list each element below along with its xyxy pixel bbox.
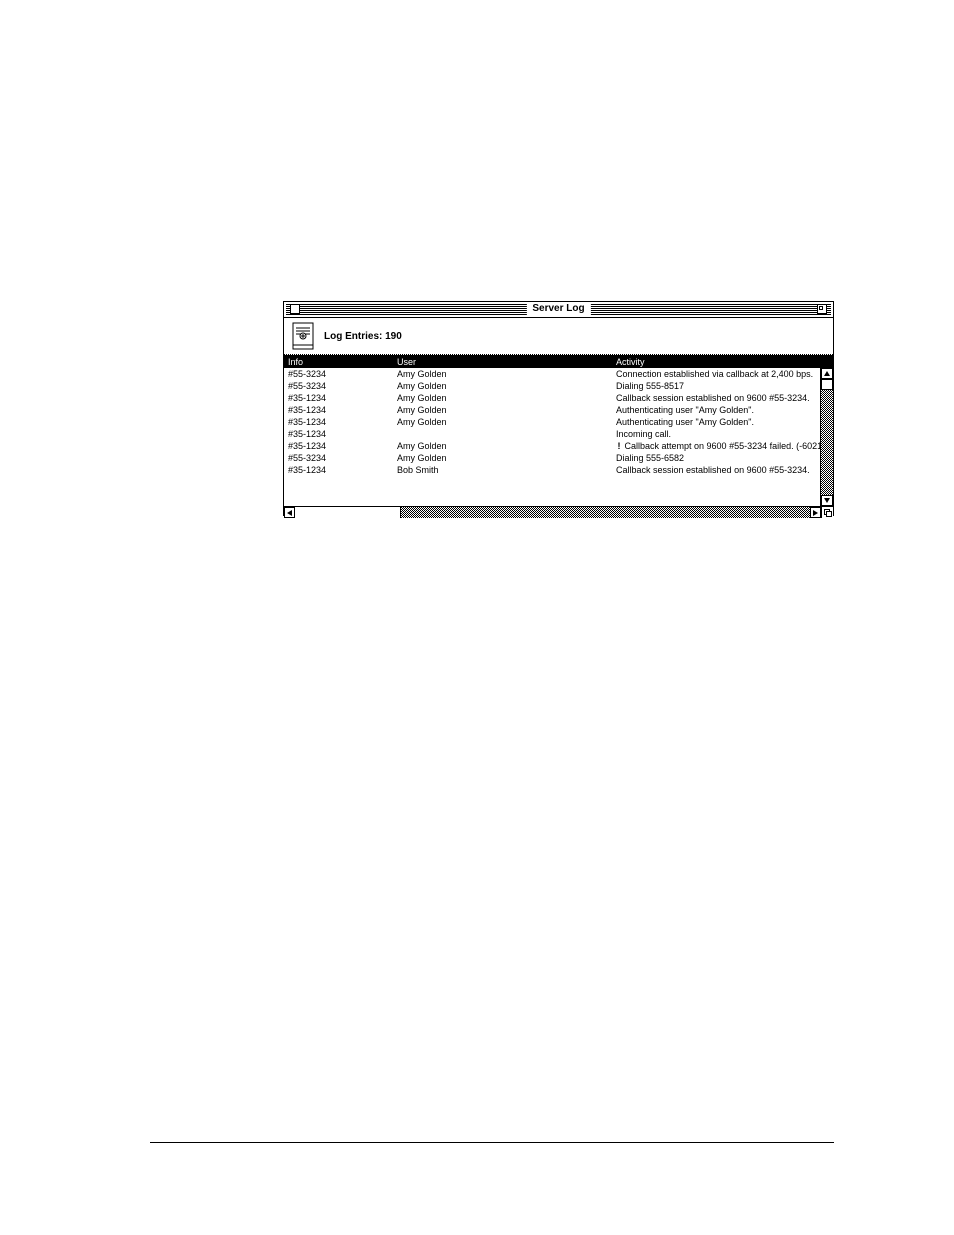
window-title: Server Log (526, 303, 590, 315)
table-row[interactable]: #35-1234 Incoming call. (284, 428, 820, 440)
cell-activity: Dialing 555-8517 (612, 381, 820, 391)
cell-user: Amy Golden (393, 405, 612, 415)
close-box-icon[interactable] (290, 304, 300, 314)
column-header-info[interactable]: Info (284, 357, 393, 367)
log-entries-count: Log Entries: 190 (324, 331, 402, 342)
table-row[interactable]: #35-1234Amy Golden! Callback attempt on … (284, 440, 820, 452)
cell-user: Amy Golden (393, 381, 612, 391)
scroll-left-icon[interactable] (284, 507, 295, 518)
cell-user: Amy Golden (393, 441, 612, 451)
cell-user: Amy Golden (393, 369, 612, 379)
column-header-row: Info User Activity (284, 355, 833, 368)
horizontal-scrollbar[interactable] (284, 507, 821, 518)
page-footer-rule (150, 1142, 834, 1143)
cell-activity: Connection established via callback at 2… (612, 369, 820, 379)
cell-info: #35-1234 (284, 393, 393, 403)
table-body: #55-3234Amy Golden Connection establishe… (284, 368, 833, 506)
cell-activity: Callback session established on 9600 #55… (612, 393, 820, 403)
hscroll-track[interactable] (401, 507, 810, 518)
cell-activity-text: Connection established via callback at 2… (616, 369, 813, 379)
cell-activity: Authenticating user "Amy Golden". (612, 417, 820, 427)
vertical-scrollbar[interactable] (820, 368, 833, 506)
grow-box-icon[interactable] (821, 507, 833, 518)
scroll-thumb[interactable] (821, 379, 833, 390)
log-document-icon (292, 322, 314, 350)
table-row[interactable]: #55-3234Amy Golden Connection establishe… (284, 368, 820, 380)
hscroll-left-pane (295, 507, 401, 518)
table-row[interactable]: #55-3234Amy Golden Dialing 555-6582 (284, 452, 820, 464)
table-row[interactable]: #35-1234Bob Smith Callback session estab… (284, 464, 820, 476)
zoom-box-icon[interactable] (817, 304, 827, 314)
scroll-up-icon[interactable] (821, 368, 833, 379)
cell-activity-text: Dialing 555-8517 (616, 381, 684, 391)
table-row[interactable]: #35-1234Amy Golden Authenticating user "… (284, 404, 820, 416)
cell-user: Amy Golden (393, 417, 612, 427)
cell-activity: Authenticating user "Amy Golden". (612, 405, 820, 415)
cell-info: #55-3234 (284, 381, 393, 391)
cell-user: Amy Golden (393, 393, 612, 403)
cell-info: #35-1234 (284, 405, 393, 415)
cell-activity-text: Callback attempt on 9600 #55-3234 failed… (622, 441, 820, 451)
cell-activity: Callback session established on 9600 #55… (612, 465, 820, 475)
cell-activity-text: Authenticating user "Amy Golden". (616, 417, 754, 427)
cell-info: #35-1234 (284, 429, 393, 439)
cell-activity-text: Callback session established on 9600 #55… (616, 393, 810, 403)
table-row[interactable]: #55-3234Amy Golden Dialing 555-8517 (284, 380, 820, 392)
cell-activity: Incoming call. (612, 429, 820, 439)
table-row[interactable]: #35-1234Amy Golden Callback session esta… (284, 392, 820, 404)
bottom-scroll-row (284, 506, 833, 518)
column-header-activity[interactable]: Activity (612, 357, 833, 367)
cell-info: #35-1234 (284, 441, 393, 451)
cell-user: Bob Smith (393, 465, 612, 475)
cell-activity: ! Callback attempt on 9600 #55-3234 fail… (612, 441, 820, 451)
cell-activity-text: Callback session established on 9600 #55… (616, 465, 810, 475)
cell-activity-text: Incoming call. (616, 429, 671, 439)
column-header-user[interactable]: User (393, 357, 612, 367)
scroll-down-icon[interactable] (821, 495, 833, 506)
cell-info: #35-1234 (284, 417, 393, 427)
scroll-right-icon[interactable] (810, 507, 821, 518)
cell-user: Amy Golden (393, 453, 612, 463)
cell-info: #35-1234 (284, 465, 393, 475)
table-row[interactable]: #35-1234Amy Golden Authenticating user "… (284, 416, 820, 428)
cell-activity-text: Authenticating user "Amy Golden". (616, 405, 754, 415)
titlebar[interactable]: Server Log (284, 302, 833, 318)
cell-info: #55-3234 (284, 453, 393, 463)
cell-activity-text: Dialing 555-6582 (616, 453, 684, 463)
cell-activity: Dialing 555-6582 (612, 453, 820, 463)
server-log-window: Server Log Log Entries: 190 I (283, 301, 834, 516)
info-strip: Log Entries: 190 (284, 318, 833, 355)
cell-info: #55-3234 (284, 369, 393, 379)
